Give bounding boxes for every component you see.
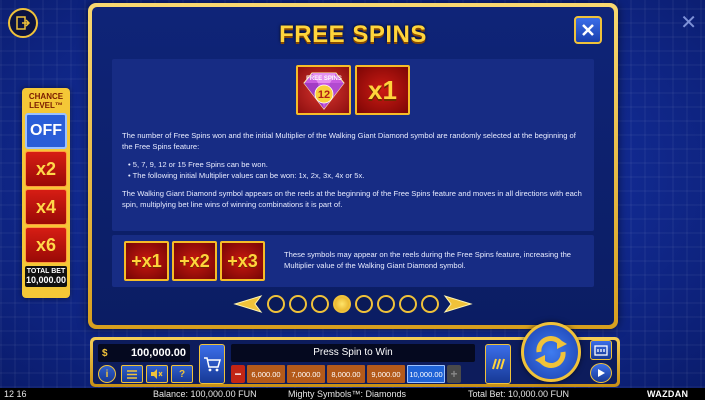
chance-level-title-line2: LEVEL™ (29, 101, 63, 110)
autoplay-settings-button[interactable] (590, 340, 612, 360)
plus-x3-label: +x3 (222, 243, 263, 279)
exit-icon (16, 16, 31, 30)
exit-button[interactable] (8, 8, 38, 38)
previous-page-arrow-icon[interactable] (233, 295, 263, 313)
money-bag-icon: $ (102, 347, 108, 359)
free-spins-info-panel: FREE SPINS 12 x1 The number of Free Spin… (112, 59, 594, 231)
spin-button[interactable] (521, 322, 581, 382)
chance-x6-button[interactable]: x6 (25, 227, 67, 263)
description-bullet: • 5, 7, 9, 12 or 15 Free Spins can be wo… (128, 160, 268, 169)
diamond-free-spins-label: FREE SPINS (306, 76, 342, 82)
page-dot[interactable] (355, 295, 373, 313)
plus-x1-label: +x1 (126, 243, 167, 279)
page-dot[interactable] (377, 295, 395, 313)
close-icon (582, 24, 594, 36)
menu-icon (127, 369, 137, 379)
bet-option[interactable]: 9,000.00 (367, 365, 405, 383)
footer-total-bet: Total Bet: 10,000.00 FUN (468, 389, 570, 399)
page-title: FREE SPINS (279, 21, 427, 48)
plus-x2-symbol: +x2 (172, 241, 217, 281)
autoplay-button[interactable] (590, 363, 612, 383)
footer-balance: Balance: 100,000.00 FUN (153, 389, 257, 399)
game-name: Mighty Symbols™: Diamonds (288, 389, 407, 399)
status-footer: 12 16 Balance: 100,000.00 FUN Mighty Sym… (0, 388, 705, 400)
spin-arrows-icon (535, 336, 567, 368)
page-dot[interactable] (311, 295, 329, 313)
multiplier-symbol: x1 (355, 65, 410, 115)
play-icon (598, 369, 605, 377)
page-navigation (92, 295, 614, 313)
turbo-icon (492, 358, 505, 370)
paytable-dialog: FREE SPINS FREE SPINS 12 x1 The number o… (88, 3, 618, 329)
utility-buttons: i ? (98, 365, 193, 383)
bet-option-selected[interactable]: 10,000.00 (407, 365, 445, 383)
chance-x2-button[interactable]: x2 (25, 151, 67, 187)
chance-level-panel: CHANCE LEVEL™ OFF x2 x4 x6 TOTAL BET 10,… (22, 88, 70, 298)
balance-display: $ 100,000.00 (98, 344, 190, 362)
total-bet-value: 10,000.00 (25, 275, 67, 285)
multiplier-description: These symbols may appear on the reels du… (284, 250, 572, 270)
multiplier-symbols-panel: +x1 +x2 +x3 These symbols may appear on … (112, 235, 594, 287)
turbo-button[interactable] (485, 344, 511, 384)
page-dot[interactable] (267, 295, 285, 313)
status-message: Press Spin to Win (231, 344, 475, 362)
plus-x2-label: +x2 (174, 243, 215, 279)
buy-feature-button[interactable] (199, 344, 225, 384)
bet-option[interactable]: 7,000.00 (287, 365, 325, 383)
plus-x1-symbol: +x1 (124, 241, 169, 281)
multiplier-tiles: +x1 +x2 +x3 (124, 241, 265, 281)
balance-value: 100,000.00 (130, 347, 186, 359)
info-button[interactable]: i (98, 365, 116, 383)
description-paragraph-1: The number of Free Spins won and the ini… (122, 131, 576, 151)
menu-button[interactable] (121, 365, 143, 383)
control-bar: $ 100,000.00 i ? Press Spin to Win − 6,0… (90, 322, 620, 387)
bet-decrease-button[interactable]: − (231, 365, 245, 383)
chance-total-bet: TOTAL BET 10,000.00 (25, 266, 67, 287)
page-dot[interactable] (421, 295, 439, 313)
sound-off-icon (151, 369, 163, 379)
plus-x3-symbol: +x3 (220, 241, 265, 281)
walking-diamond-symbol: FREE SPINS 12 (296, 65, 351, 115)
diamond-icon: FREE SPINS 12 (302, 72, 345, 110)
cart-icon (204, 357, 221, 372)
bet-increase-button[interactable]: + (447, 365, 461, 383)
chance-off-button[interactable]: OFF (25, 113, 67, 149)
bet-option[interactable]: 8,000.00 (327, 365, 365, 383)
total-bet-label: TOTAL BET (26, 268, 66, 275)
sound-button[interactable] (146, 365, 168, 383)
description-bullets: • 5, 7, 9, 12 or 15 Free Spins can be wo… (128, 160, 584, 181)
next-page-arrow-icon[interactable] (443, 295, 473, 313)
chance-x4-button[interactable]: x4 (25, 189, 67, 225)
slot-machine-icon (594, 345, 608, 356)
close-icon[interactable]: ✕ (680, 10, 697, 34)
free-spins-description: The number of Free Spins won and the ini… (122, 131, 584, 218)
page-dot[interactable] (399, 295, 417, 313)
page-dot-active[interactable] (333, 295, 351, 313)
brand-logo: WAZDAN (647, 389, 689, 399)
diamond-free-spins-number: 12 (317, 89, 329, 101)
close-button[interactable] (574, 16, 602, 44)
page-dots (267, 295, 439, 313)
description-bullet: • The following initial Multiplier value… (128, 170, 365, 180)
description-paragraph-2: The Walking Giant Diamond symbol appears… (122, 189, 582, 209)
paytable-dialog-body: FREE SPINS FREE SPINS 12 x1 The number o… (92, 7, 614, 325)
help-button[interactable]: ? (171, 365, 193, 383)
bet-selector: − 6,000.00 7,000.00 8,000.00 9,000.00 10… (231, 365, 461, 383)
page-dot[interactable] (289, 295, 307, 313)
chance-level-title: CHANCE LEVEL™ (25, 91, 67, 111)
feature-symbols: FREE SPINS 12 x1 (112, 65, 594, 115)
chance-level-title-line1: CHANCE (28, 92, 64, 101)
multiplier-symbol-label: x1 (357, 67, 408, 113)
clock-time: 12 16 (4, 389, 27, 399)
side-buttons (590, 340, 612, 383)
bet-option[interactable]: 6,000.00 (247, 365, 285, 383)
